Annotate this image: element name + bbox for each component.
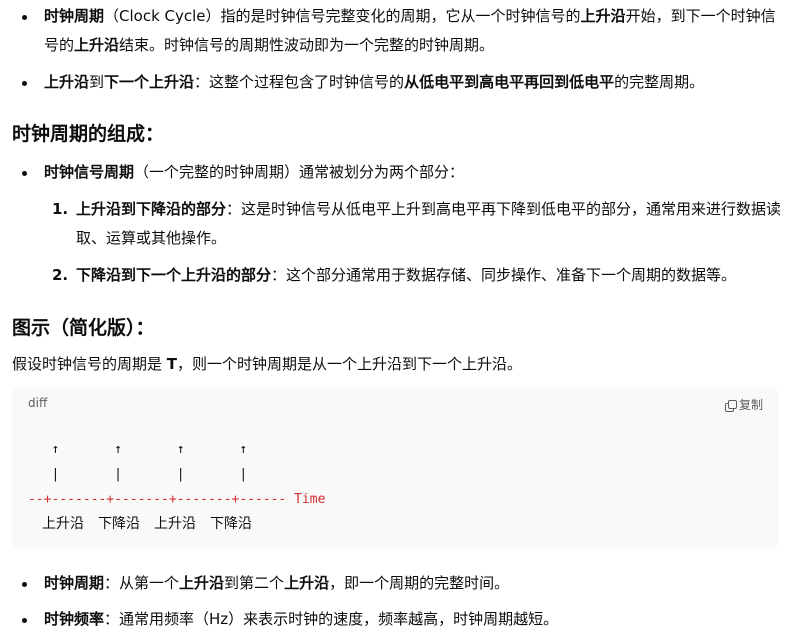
term-rise-to-fall: 上升沿到下降沿的部分 <box>76 200 227 218</box>
list-text: ：通常用频率（Hz）来表示时钟的速度，频率越高，时钟周期越短。 <box>104 610 559 628</box>
term-clock-signal-cycle: 时钟信号周期 <box>44 163 135 181</box>
term-rising-edge: 上升沿 <box>74 36 120 54</box>
list-text: （Clock Cycle）指的是时钟信号完整变化的周期，它从一个时钟信号的 <box>104 7 581 25</box>
copy-button[interactable]: 复制 <box>724 396 763 413</box>
list-item: 时钟周期：从第一个上升沿到第二个上升沿，即一个周期的完整时间。 <box>0 569 809 598</box>
list-text: 到 <box>89 73 105 91</box>
edge-label: 上升沿 <box>42 516 84 532</box>
composition-list: 时钟信号周期（一个完整的时钟周期）通常被划分为两个部分： <box>0 158 809 187</box>
list-text: ：这整个过程包含了时钟信号的 <box>194 73 405 91</box>
term-rising-edge: 上升沿 <box>179 574 225 592</box>
diagram-description: 假设时钟信号的周期是 T，则一个时钟周期是从一个上升沿到下一个上升沿。 <box>0 352 522 376</box>
term-clock-cycle: 时钟周期 <box>44 574 105 592</box>
intro-list: 时钟周期（Clock Cycle）指的是时钟信号完整变化的周期，它从一个时钟信号… <box>0 2 809 97</box>
section-heading-composition: 时钟周期的组成： <box>12 123 165 145</box>
edge-label: 下降沿 <box>98 516 140 532</box>
para-text: 假设时钟信号的周期是 <box>12 355 167 373</box>
copy-icon <box>724 399 737 412</box>
code-content: ↑ ↑ ↑ ↑ | | | | --+-------+-------+------… <box>28 437 325 537</box>
term-clock-frequency: 时钟频率 <box>44 610 105 628</box>
para-text: ，则一个时钟周期是从一个上升沿到下一个上升沿。 <box>177 355 523 373</box>
code-line-arrows: ↑ ↑ ↑ ↑ <box>28 442 248 457</box>
code-line-time-axis: --+-------+-------+-------+------ Time <box>28 492 326 507</box>
list-text: ：从第一个 <box>104 574 180 592</box>
period-symbol: T <box>166 355 178 373</box>
term-next-rising-edge: 下一个上升沿 <box>104 73 195 91</box>
list-text: ，即一个周期的完整时间。 <box>329 574 510 592</box>
ordered-item: 1. 上升沿到下降沿的部分：这是时钟信号从低电平上升到高电平再下降到低电平的部分… <box>0 195 809 253</box>
list-text: 的完整周期。 <box>614 73 705 91</box>
code-line-edge-labels: 上升沿 下降沿 上升沿 下降沿 <box>28 512 325 537</box>
list-text: 结束。时钟信号的周期性波动即为一个完整的时钟周期。 <box>119 36 495 54</box>
term-rising-edge: 上升沿 <box>580 7 626 25</box>
list-item: 上升沿到下一个上升沿：这整个过程包含了时钟信号的从低电平到高电平再回到低电平的完… <box>0 68 809 97</box>
copy-label: 复制 <box>738 398 763 412</box>
edge-label: 下降沿 <box>210 516 252 532</box>
section-heading-diagram: 图示（简化版）： <box>12 317 155 339</box>
list-text: ：这个部分通常用于数据存储、同步操作、准备下一个周期的数据等。 <box>271 266 737 284</box>
outro-list: 时钟周期：从第一个上升沿到第二个上升沿，即一个周期的完整时间。 时钟频率：通常用… <box>0 569 809 634</box>
ordered-item: 2. 下降沿到下一个上升沿的部分：这个部分通常用于数据存储、同步操作、准备下一个… <box>0 261 809 290</box>
edge-label: 上升沿 <box>154 516 196 532</box>
term-low-high-low: 从低电平到高电平再回到低电平 <box>404 73 615 91</box>
item-number: 2. <box>52 266 69 284</box>
code-block: diff 复制 ↑ ↑ ↑ ↑ | | | | --+-------+------… <box>12 387 779 549</box>
term-fall-to-next-rise: 下降沿到下一个上升沿的部分 <box>76 266 272 284</box>
item-number: 1. <box>52 200 69 218</box>
code-language-label: diff <box>28 396 48 410</box>
list-text: （一个完整的时钟周期）通常被划分为两个部分： <box>134 163 465 181</box>
code-line-bars: | | | | <box>28 467 248 482</box>
list-item: 时钟信号周期（一个完整的时钟周期）通常被划分为两个部分： <box>0 158 809 187</box>
list-item: 时钟频率：通常用频率（Hz）来表示时钟的速度，频率越高，时钟周期越短。 <box>0 605 809 634</box>
composition-ordered-list: 1. 上升沿到下降沿的部分：这是时钟信号从低电平上升到高电平再下降到低电平的部分… <box>0 195 809 290</box>
term-rising-edge: 上升沿 <box>44 73 90 91</box>
term-rising-edge: 上升沿 <box>284 574 330 592</box>
term-clock-cycle: 时钟周期 <box>44 7 105 25</box>
list-text: 到第二个 <box>224 574 285 592</box>
list-item: 时钟周期（Clock Cycle）指的是时钟信号完整变化的周期，它从一个时钟信号… <box>0 2 809 60</box>
